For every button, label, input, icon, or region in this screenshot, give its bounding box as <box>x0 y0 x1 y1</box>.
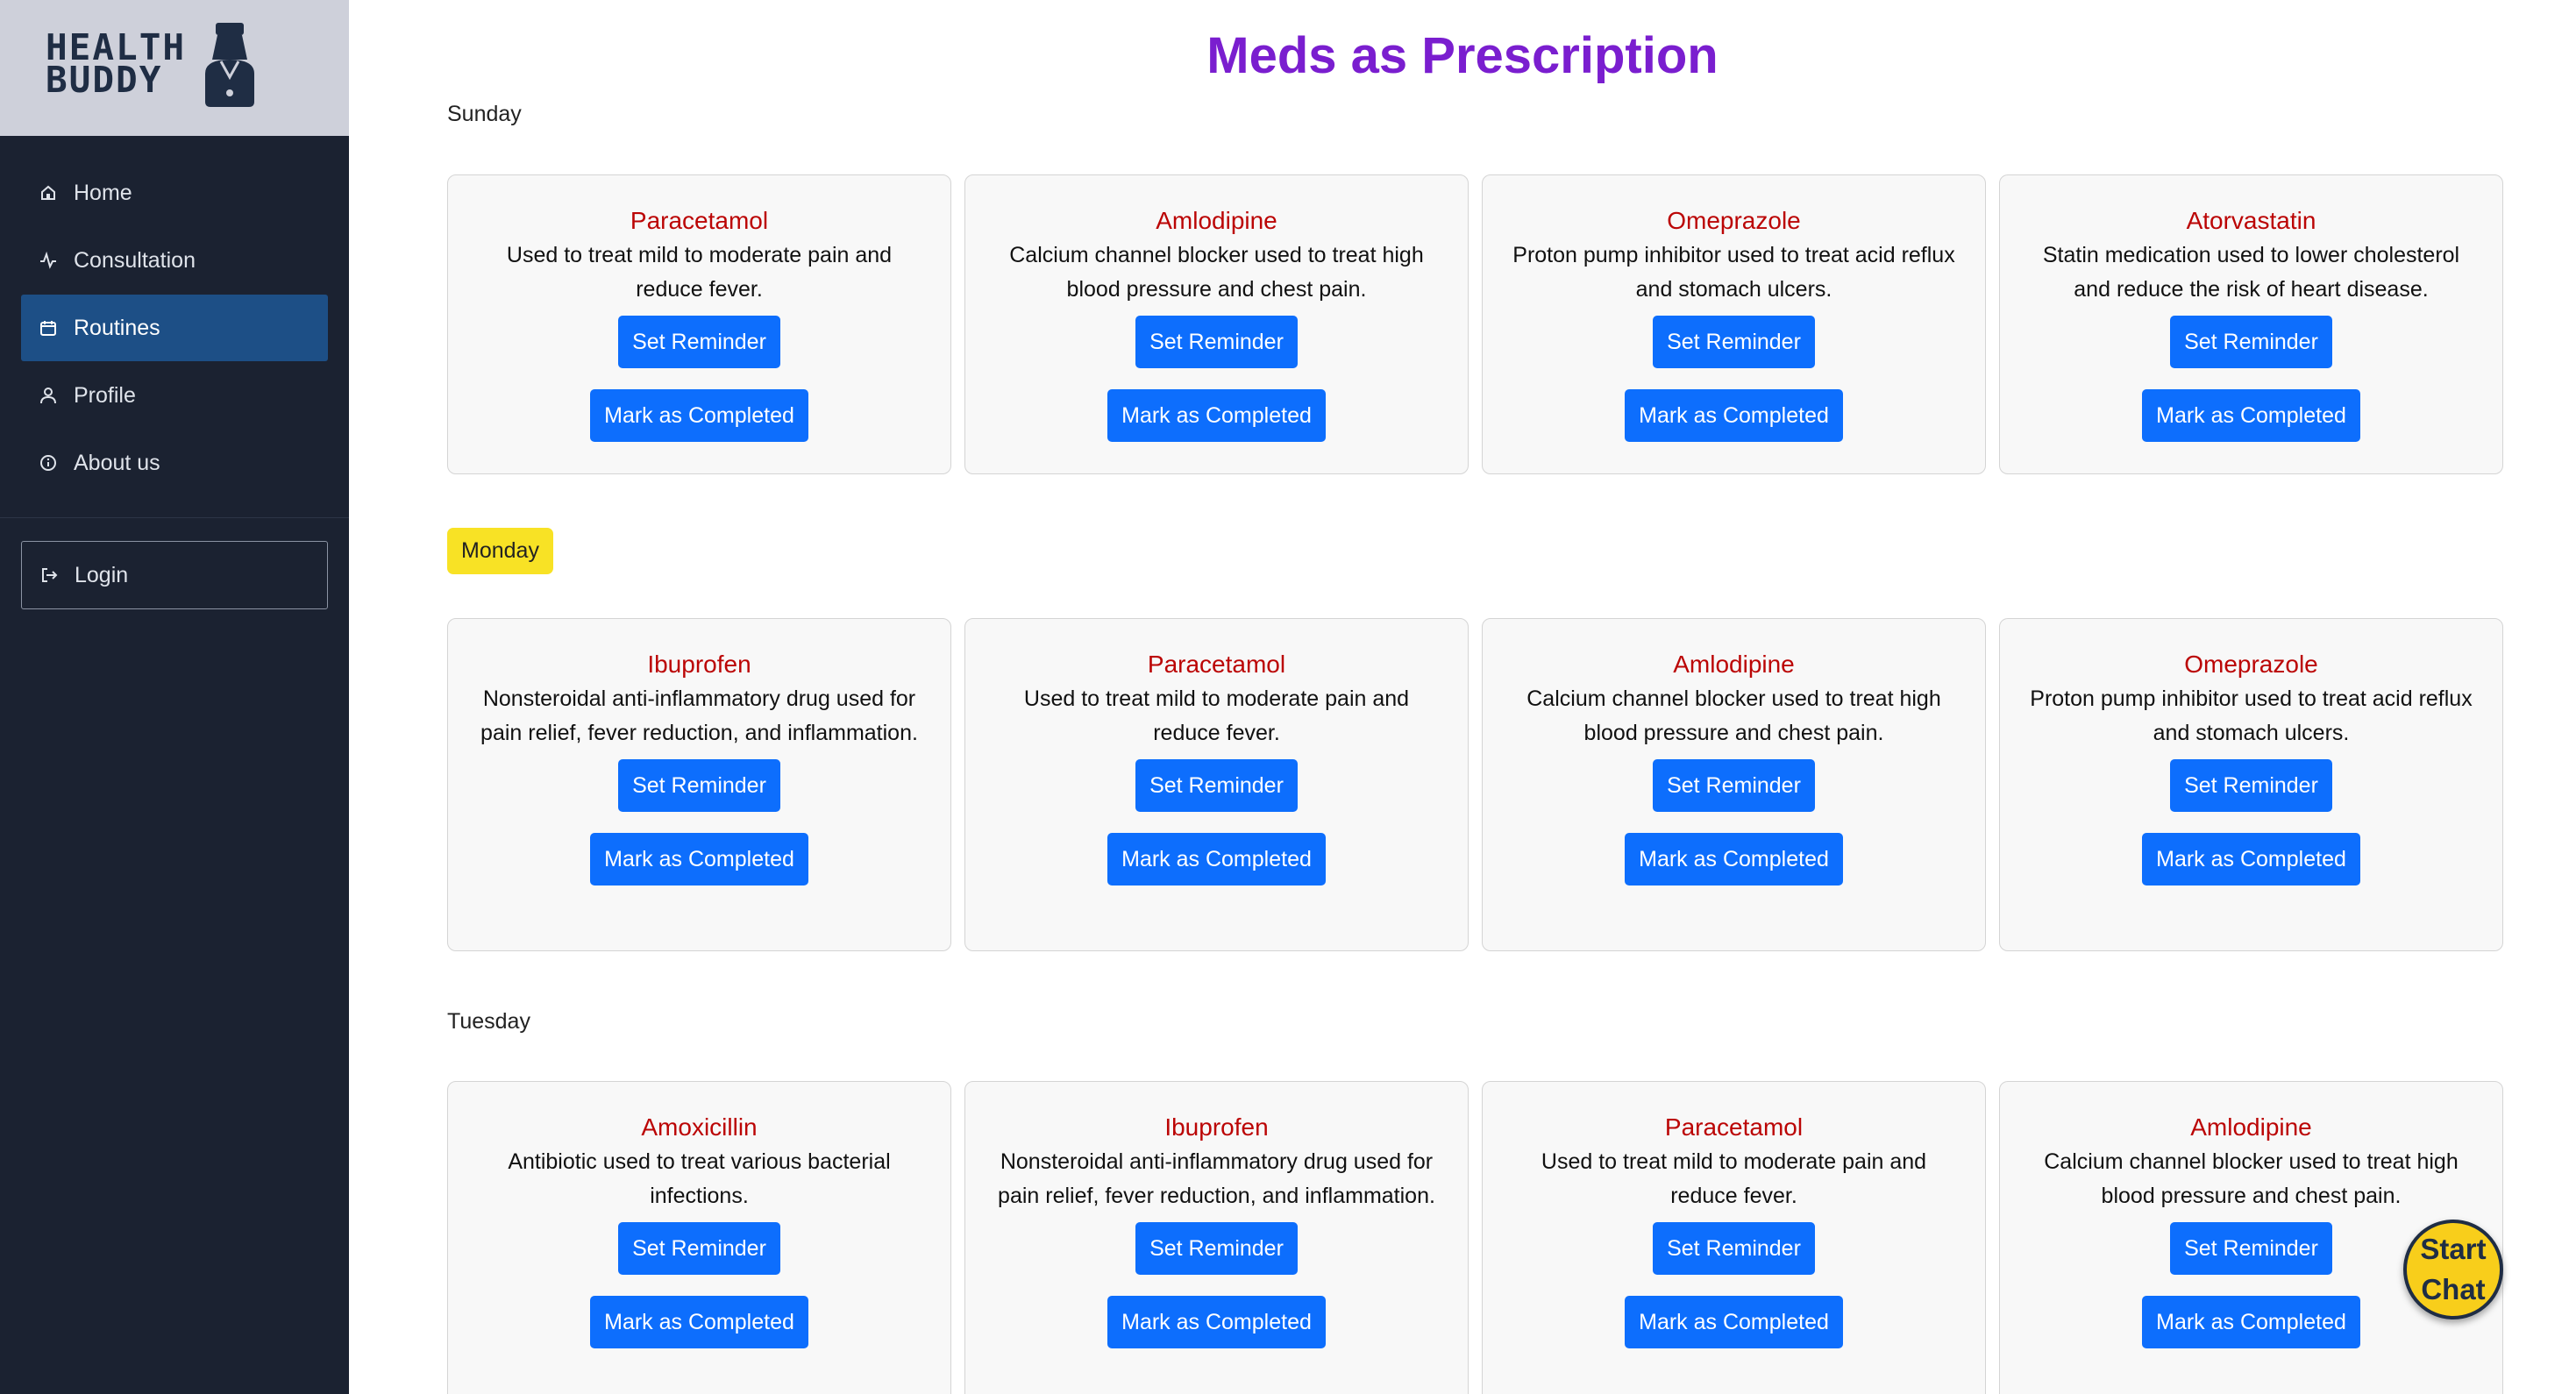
med-cards-row: Amoxicillin Antibiotic used to treat var… <box>447 1081 2576 1394</box>
activity-icon <box>39 251 58 270</box>
med-name: Atorvastatin <box>2186 207 2316 234</box>
day-label-monday: Monday <box>447 528 553 574</box>
med-name: Omeprazole <box>1667 207 1801 234</box>
set-reminder-button[interactable]: Set Reminder <box>2170 1222 2332 1275</box>
day-label-tuesday: Tuesday <box>447 1009 530 1034</box>
med-description: Proton pump inhibitor used to treat acid… <box>2030 686 2473 745</box>
sidebar-item-label: Consultation <box>74 247 196 273</box>
start-chat-button[interactable]: Start Chat <box>2403 1220 2503 1319</box>
med-card: Ibuprofen Nonsteroidal anti-inflammatory… <box>964 1081 1469 1394</box>
set-reminder-button[interactable]: Set Reminder <box>618 759 780 812</box>
mark-completed-button[interactable]: Mark as Completed <box>590 833 808 885</box>
login-label: Login <box>75 562 129 587</box>
mark-completed-button[interactable]: Mark as Completed <box>2142 1296 2360 1348</box>
set-reminder-button[interactable]: Set Reminder <box>618 1222 780 1275</box>
mark-completed-button[interactable]: Mark as Completed <box>1107 1296 1326 1348</box>
mark-completed-button[interactable]: Mark as Completed <box>1625 389 1843 442</box>
med-cards-row: Paracetamol Used to treat mild to modera… <box>447 174 2576 474</box>
med-card: Paracetamol Used to treat mild to modera… <box>964 618 1469 951</box>
med-card: Omeprazole Proton pump inhibitor used to… <box>1999 618 2503 951</box>
med-name: Amoxicillin <box>641 1113 758 1141</box>
mark-completed-button[interactable]: Mark as Completed <box>590 389 808 442</box>
med-name: Paracetamol <box>630 207 769 234</box>
med-description: Used to treat mild to moderate pain and … <box>506 243 893 302</box>
home-icon <box>39 183 58 203</box>
sidebar-item-label: About us <box>74 450 160 475</box>
user-icon <box>39 386 58 405</box>
sidebar-nav: Home Consultation Routines Profile About… <box>21 160 328 497</box>
med-description: Calcium channel blocker used to treat hi… <box>2044 1149 2459 1208</box>
sidebar-divider <box>0 517 349 518</box>
med-card: Ibuprofen Nonsteroidal anti-inflammatory… <box>447 618 951 951</box>
sidebar-item-profile[interactable]: Profile <box>21 362 328 429</box>
med-name: Paracetamol <box>1664 1113 1804 1141</box>
med-name: Amlodipine <box>1673 651 1795 678</box>
set-reminder-button[interactable]: Set Reminder <box>1135 759 1298 812</box>
med-description: Nonsteroidal anti-inflammatory drug used… <box>998 1149 1435 1208</box>
main-content: Meds as Prescription Sunday Paracetamol … <box>349 0 2576 1394</box>
logo[interactable]: HEALTH BUDDY <box>0 0 349 136</box>
chat-label-line-2: Chat <box>2421 1273 2486 1305</box>
med-description: Proton pump inhibitor used to treat acid… <box>1512 243 1955 302</box>
chat-label-line-1: Start <box>2420 1233 2487 1265</box>
sidebar-item-consultation[interactable]: Consultation <box>21 227 328 294</box>
med-description: Statin medication used to lower choleste… <box>2042 243 2460 302</box>
calendar-icon <box>39 318 58 338</box>
login-button[interactable]: Login <box>21 541 328 609</box>
info-icon <box>39 453 58 473</box>
med-description: Nonsteroidal anti-inflammatory drug used… <box>480 686 918 745</box>
doctor-figure-icon <box>205 23 254 107</box>
med-card: Omeprazole Proton pump inhibitor used to… <box>1482 174 1986 474</box>
med-card: Atorvastatin Statin medication used to l… <box>1999 174 2503 474</box>
set-reminder-button[interactable]: Set Reminder <box>618 316 780 368</box>
med-name: Paracetamol <box>1147 651 1286 678</box>
mark-completed-button[interactable]: Mark as Completed <box>1107 389 1326 442</box>
set-reminder-button[interactable]: Set Reminder <box>1135 1222 1298 1275</box>
set-reminder-button[interactable]: Set Reminder <box>2170 316 2332 368</box>
logout-icon <box>39 565 59 585</box>
set-reminder-button[interactable]: Set Reminder <box>1135 316 1298 368</box>
sidebar-item-about-us[interactable]: About us <box>21 430 328 496</box>
med-name: Amlodipine <box>2190 1113 2312 1141</box>
med-card: Amoxicillin Antibiotic used to treat var… <box>447 1081 951 1394</box>
med-description: Antibiotic used to treat various bacteri… <box>508 1149 891 1208</box>
mark-completed-button[interactable]: Mark as Completed <box>1625 1296 1843 1348</box>
med-card: Paracetamol Used to treat mild to modera… <box>1482 1081 1986 1394</box>
day-label-sunday: Sunday <box>447 102 522 126</box>
med-name: Ibuprofen <box>647 651 751 678</box>
mark-completed-button[interactable]: Mark as Completed <box>2142 389 2360 442</box>
sidebar-item-label: Home <box>74 180 132 205</box>
med-description: Calcium channel blocker used to treat hi… <box>1009 243 1424 302</box>
med-description: Used to treat mild to moderate pain and … <box>1541 1149 1927 1208</box>
med-description: Used to treat mild to moderate pain and … <box>1023 686 1410 745</box>
med-name: Amlodipine <box>1156 207 1277 234</box>
med-name: Ibuprofen <box>1164 1113 1269 1141</box>
mark-completed-button[interactable]: Mark as Completed <box>1625 833 1843 885</box>
sidebar-item-label: Profile <box>74 382 136 408</box>
sidebar-item-routines[interactable]: Routines <box>21 295 328 361</box>
mark-completed-button[interactable]: Mark as Completed <box>590 1296 808 1348</box>
med-cards-row: Ibuprofen Nonsteroidal anti-inflammatory… <box>447 618 2576 951</box>
mark-completed-button[interactable]: Mark as Completed <box>2142 833 2360 885</box>
set-reminder-button[interactable]: Set Reminder <box>1653 1222 1815 1275</box>
set-reminder-button[interactable]: Set Reminder <box>1653 316 1815 368</box>
set-reminder-button[interactable]: Set Reminder <box>1653 759 1815 812</box>
set-reminder-button[interactable]: Set Reminder <box>2170 759 2332 812</box>
med-card: Amlodipine Calcium channel blocker used … <box>1482 618 1986 951</box>
med-name: Omeprazole <box>2184 651 2318 678</box>
med-description: Calcium channel blocker used to treat hi… <box>1526 686 1941 745</box>
sidebar: HEALTH BUDDY Home Consultation Routines … <box>0 0 349 1394</box>
sidebar-item-label: Routines <box>74 315 160 340</box>
mark-completed-button[interactable]: Mark as Completed <box>1107 833 1326 885</box>
med-card: Paracetamol Used to treat mild to modera… <box>447 174 951 474</box>
sidebar-item-home[interactable]: Home <box>21 160 328 226</box>
med-card: Amlodipine Calcium channel blocker used … <box>964 174 1469 474</box>
page-title: Meds as Prescription <box>1206 27 1719 84</box>
brand-line-2: BUDDY <box>46 59 163 101</box>
